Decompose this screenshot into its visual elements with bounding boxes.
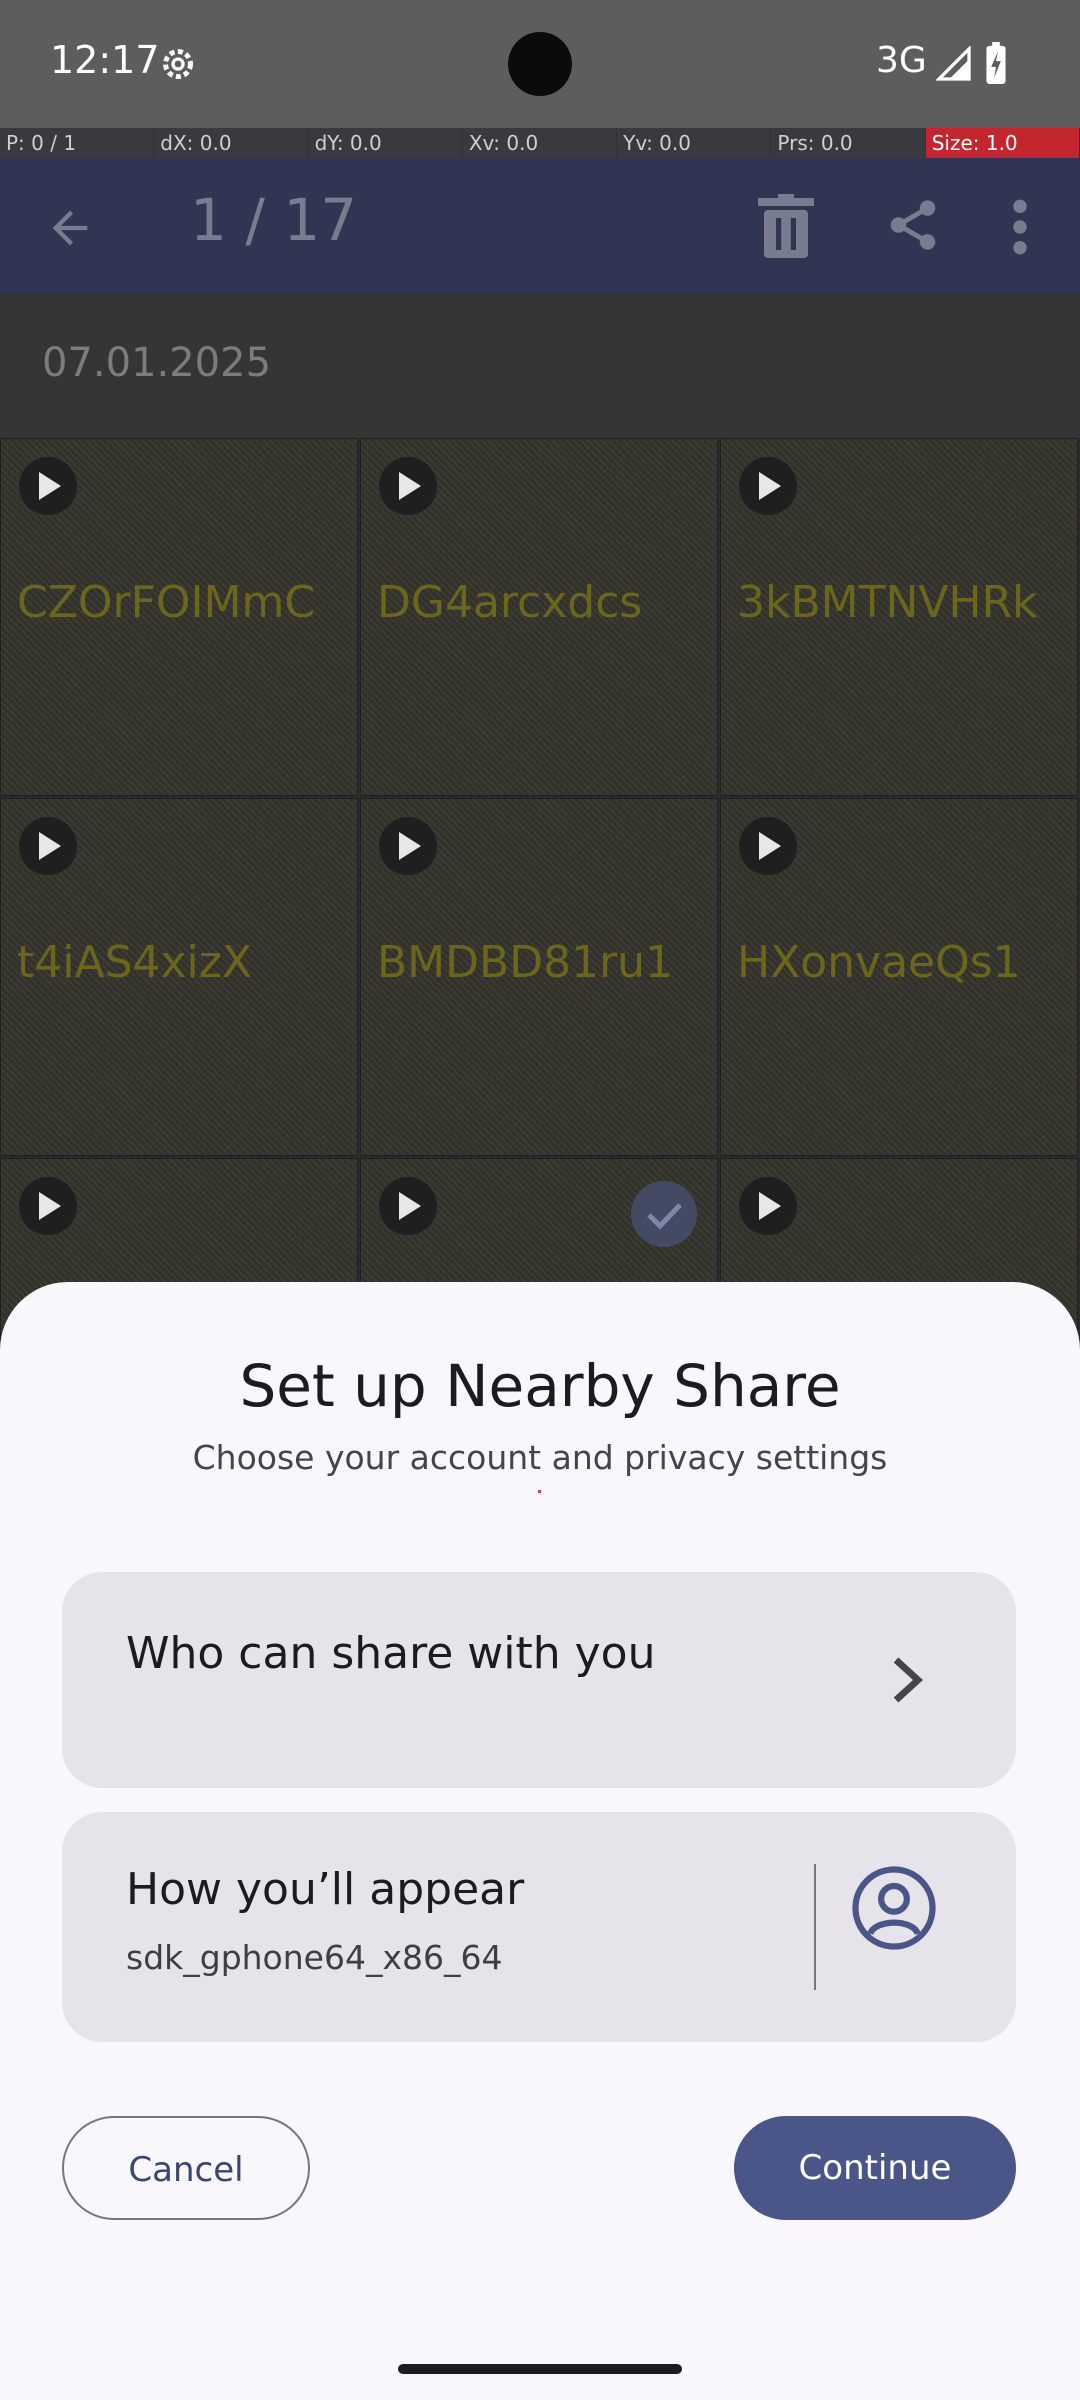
sheet-title: Set up Nearby Share	[239, 1352, 841, 1420]
thumbnail-label: HXonvaeQs1	[737, 937, 1021, 988]
battery-charging-icon	[986, 42, 1006, 84]
delete-icon[interactable]	[758, 194, 814, 258]
camera-cutout	[508, 32, 572, 96]
chevron-right-icon	[893, 1657, 924, 1703]
play-icon	[739, 457, 797, 515]
selection-toolbar: 1 / 17	[0, 158, 1080, 294]
thumbnail-label: CZOrFOIMmC	[17, 577, 316, 628]
settings-notification-icon	[163, 49, 193, 79]
how-you-appear-option[interactable]: How you’ll appear sdk_gphone64_x86_64	[62, 1812, 1016, 2042]
status-time: 12:17	[50, 38, 160, 82]
continue-button[interactable]: Continue	[734, 2116, 1016, 2220]
play-icon	[379, 457, 437, 515]
touch-indicator	[538, 1490, 541, 1493]
share-icon[interactable]	[884, 194, 942, 256]
sheet-subtitle: Choose your account and privacy settings	[192, 1438, 888, 1477]
media-thumbnail[interactable]: BMDBD81ru1	[360, 798, 718, 1156]
vertical-divider	[814, 1864, 816, 1990]
pointer-yv: Yv: 0.0	[617, 128, 772, 158]
nearby-share-setup-sheet: Set up Nearby Share Choose your account …	[0, 1282, 1080, 2400]
selected-check-icon	[631, 1181, 697, 1247]
play-icon	[739, 817, 797, 875]
thumbnail-label: DG4arcxdcs	[377, 577, 643, 628]
media-thumbnail[interactable]: DG4arcxdcs	[360, 438, 718, 796]
status-bar: 12:17 3G	[0, 0, 1080, 128]
more-options-icon[interactable]	[1010, 196, 1030, 258]
selection-count: 1 / 17	[190, 186, 358, 254]
media-thumbnail[interactable]: 3kBMTNVHRk	[720, 438, 1078, 796]
media-thumbnail[interactable]: HXonvaeQs1	[720, 798, 1078, 1156]
play-icon	[739, 1177, 797, 1235]
play-icon	[19, 1177, 77, 1235]
network-type: 3G	[876, 40, 927, 81]
account-avatar-icon[interactable]	[850, 1864, 938, 1952]
media-grid: CZOrFOIMmC DG4arcxdcs 3kBMTNVHRk t4iAS4x…	[0, 438, 1080, 1516]
pointer-dy: dY: 0.0	[308, 128, 463, 158]
date-section-header: 07.01.2025	[0, 294, 1080, 438]
thumbnail-label: 3kBMTNVHRk	[737, 577, 1038, 628]
play-icon	[379, 817, 437, 875]
play-icon	[19, 817, 77, 875]
signal-icon	[936, 46, 971, 81]
gesture-nav-handle[interactable]	[398, 2364, 682, 2374]
who-can-share-label: Who can share with you	[126, 1628, 656, 1679]
section-date: 07.01.2025	[42, 340, 272, 386]
device-name: sdk_gphone64_x86_64	[126, 1938, 503, 1977]
pointer-size: Size: 1.0	[925, 128, 1080, 158]
pointer-location-bar: P: 0 / 1 dX: 0.0 dY: 0.0 Xv: 0.0 Yv: 0.0…	[0, 128, 1080, 158]
pointer-pressure: Prs: 0.0	[771, 128, 926, 158]
thumbnail-label: BMDBD81ru1	[377, 937, 674, 988]
cancel-button[interactable]: Cancel	[62, 2116, 310, 2220]
pointer-count: P: 0 / 1	[0, 128, 155, 158]
media-thumbnail[interactable]: t4iAS4xizX	[0, 798, 358, 1156]
how-you-appear-label: How you’ll appear	[126, 1864, 525, 1915]
media-thumbnail[interactable]: CZOrFOIMmC	[0, 438, 358, 796]
play-icon	[379, 1177, 437, 1235]
thumbnail-label: t4iAS4xizX	[17, 937, 252, 988]
play-icon	[19, 457, 77, 515]
who-can-share-option[interactable]: Who can share with you	[62, 1572, 1016, 1788]
back-arrow-icon[interactable]	[44, 202, 96, 254]
pointer-dx: dX: 0.0	[154, 128, 309, 158]
pointer-xv: Xv: 0.0	[462, 128, 618, 158]
